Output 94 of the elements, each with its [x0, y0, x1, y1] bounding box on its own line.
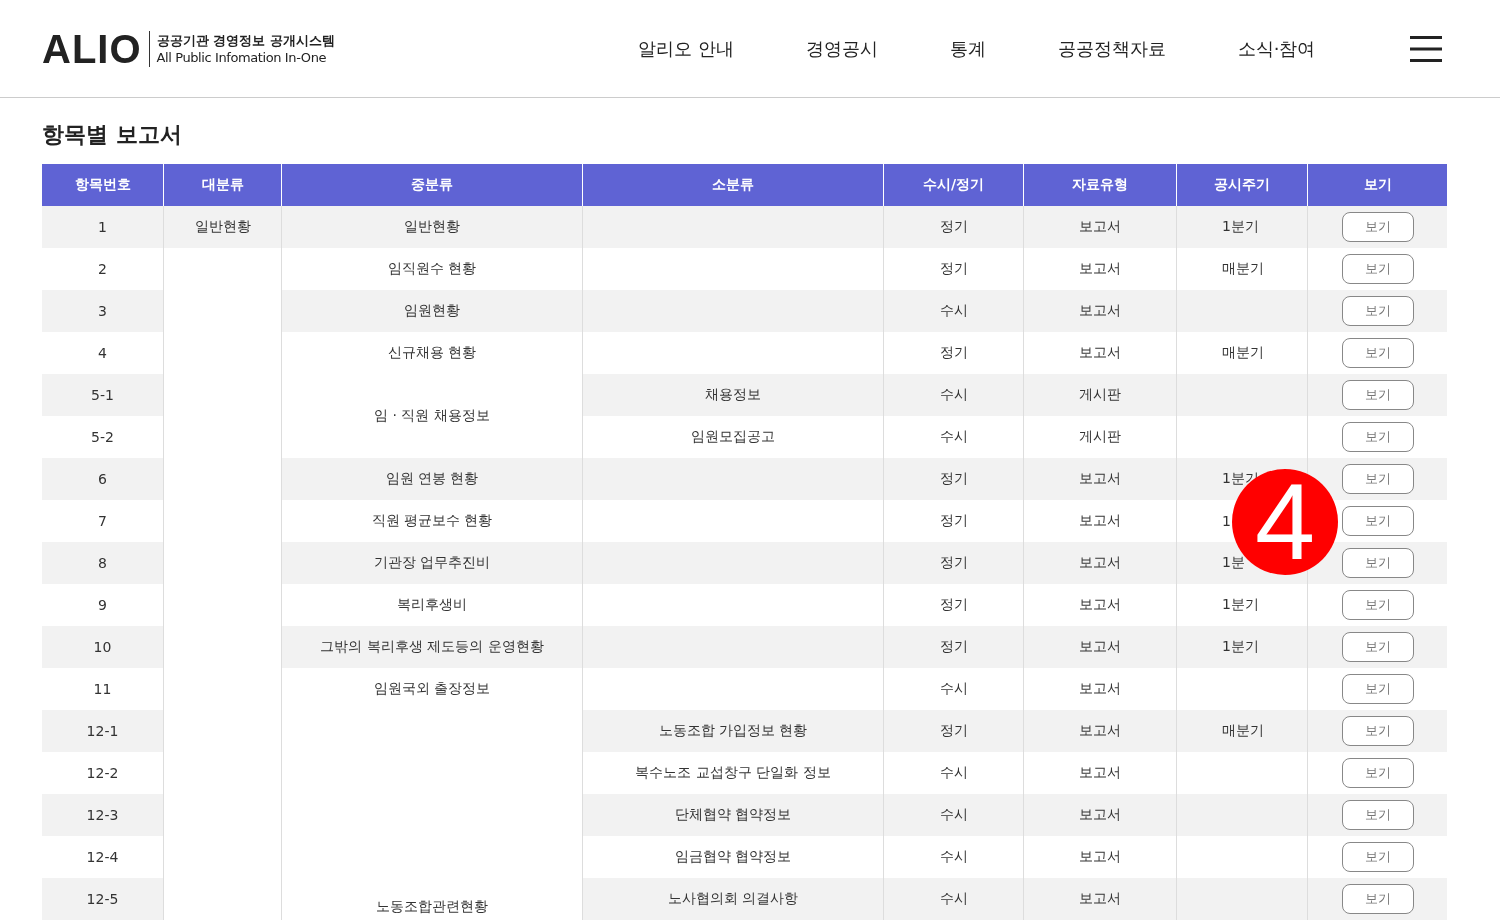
table-cell: 4 — [42, 332, 164, 374]
view-button[interactable]: 보기 — [1341, 422, 1414, 452]
nav-link[interactable]: 공공정책자료 — [1021, 36, 1202, 61]
table-cell: 보고서 — [1023, 794, 1177, 836]
table-cell: 12-2 — [42, 752, 164, 794]
table-cell: 노동조합 가입정보 현황 — [582, 710, 884, 752]
table-cell: 임직원수 현황 — [387, 260, 477, 276]
table-cell: 1분기 — [1222, 218, 1259, 234]
column-header: 소분류 — [582, 164, 884, 206]
table-cell: 3 — [42, 290, 164, 332]
table-cell: 그밖의 복리후생 제도등의 운영현황 — [320, 638, 544, 654]
nav-link[interactable]: 알리오 안내 — [602, 36, 770, 61]
column-header: 보기 — [1307, 164, 1447, 206]
table-cell: 복리후생비 — [397, 596, 467, 612]
table-cell: 정기 — [883, 542, 1024, 584]
table-cell: 5-2 — [42, 416, 164, 458]
table-cell: 임원국외 출장정보 — [373, 680, 491, 696]
table-cell: 보고서 — [1023, 458, 1177, 500]
view-button[interactable]: 보기 — [1341, 212, 1414, 242]
table-cell: 임원 연봉 현황 — [385, 470, 479, 486]
table-cell: 1분기 — [1222, 596, 1259, 612]
view-button[interactable]: 보기 — [1341, 758, 1414, 788]
logo-tagline: All Public Infomation In-One — [156, 48, 328, 66]
table-cell: 7 — [42, 500, 164, 542]
view-button[interactable]: 보기 — [1341, 338, 1414, 368]
table-cell: 12-1 — [42, 710, 164, 752]
view-button[interactable]: 보기 — [1341, 590, 1414, 620]
view-button[interactable]: 보기 — [1341, 296, 1414, 326]
view-button[interactable]: 보기 — [1341, 716, 1414, 746]
view-button[interactable]: 보기 — [1341, 884, 1414, 914]
table-cell: 8 — [42, 542, 164, 584]
column-header: 중분류 — [281, 164, 583, 206]
table-cell: 6 — [42, 458, 164, 500]
table-cell: 보고서 — [1023, 290, 1177, 332]
table-cell: 수시 — [883, 878, 1024, 920]
logo-tagline: 공공기관 경영정보 공개시스템 — [156, 31, 335, 49]
table-cell: 2 — [42, 248, 164, 290]
view-button[interactable]: 보기 — [1341, 254, 1414, 284]
table-cell: 직원 평균보수 현황 — [371, 512, 493, 528]
table-cell: 노사협의회 의결사항 — [582, 878, 884, 920]
table-cell: 채용정보 — [582, 374, 884, 416]
table-cell: 보고서 — [1023, 710, 1177, 752]
table-cell: 일반현황 — [404, 218, 460, 234]
logo-text[interactable]: ALIO — [42, 30, 150, 67]
table-cell: 단체협약 협약정보 — [582, 794, 884, 836]
table-cell: 12-5 — [42, 878, 164, 920]
table-cell: 5-1 — [42, 374, 164, 416]
nav-link[interactable]: 소식·참여 — [1201, 36, 1352, 61]
view-button[interactable]: 보기 — [1341, 800, 1414, 830]
table-cell: 보고서 — [1023, 626, 1177, 668]
table-cell: 9 — [42, 584, 164, 626]
nav-link[interactable]: 경영공시 — [769, 36, 914, 61]
view-button[interactable]: 보기 — [1341, 674, 1414, 704]
table-cell: 정기 — [883, 710, 1024, 752]
table-cell: 12-4 — [42, 836, 164, 878]
table-cell: 보고서 — [1023, 542, 1177, 584]
table-cell: 정기 — [883, 206, 1024, 248]
table-cell: 정기 — [883, 458, 1024, 500]
view-button[interactable]: 보기 — [1341, 842, 1414, 872]
table-cell: 임 · 직원 채용정보 — [374, 407, 490, 423]
table-cell: 수시 — [883, 290, 1024, 332]
view-button[interactable]: 보기 — [1341, 464, 1414, 494]
table-cell: 1 — [42, 206, 164, 248]
table-cell: 정기 — [883, 626, 1024, 668]
table-cell: 보고서 — [1023, 878, 1177, 920]
table-cell: 임원현황 — [404, 302, 460, 318]
table-cell: 게시판 — [1023, 374, 1177, 416]
column-header: 자료유형 — [1023, 164, 1177, 206]
page-title: 항목별 보고서 — [42, 121, 183, 149]
view-button[interactable]: 보기 — [1341, 380, 1414, 410]
table-cell: 10 — [42, 626, 164, 668]
view-button[interactable]: 보기 — [1341, 506, 1414, 536]
table-cell: 신규채용 현황 — [387, 344, 477, 360]
nav-link[interactable]: 통계 — [913, 36, 1022, 61]
table-cell: 매분기 — [1222, 260, 1264, 276]
table-cell: 노동조합관련현황 — [376, 898, 488, 914]
view-button[interactable]: 보기 — [1341, 632, 1414, 662]
table-cell: 보고서 — [1023, 206, 1177, 248]
column-header: 항목번호 — [42, 164, 164, 206]
table-cell: 매분기 — [1222, 722, 1264, 738]
menu-icon[interactable] — [1410, 34, 1442, 63]
table-cell: 수시 — [883, 374, 1024, 416]
table-cell: 기관장 업무추진비 — [373, 554, 491, 570]
table-cell: 수시 — [883, 794, 1024, 836]
column-header: 대분류 — [163, 164, 282, 206]
table-cell: 1분기 — [1222, 638, 1259, 654]
table-cell: 매분기 — [1222, 344, 1264, 360]
view-button[interactable]: 보기 — [1341, 548, 1414, 578]
column-header: 공시주기 — [1176, 164, 1308, 206]
column-header: 수시/정기 — [883, 164, 1024, 206]
table-cell: 1 — [1222, 513, 1231, 529]
table-cell: 일반현황 — [163, 206, 282, 248]
table-cell: 12-3 — [42, 794, 164, 836]
table-cell: 11 — [42, 668, 164, 710]
